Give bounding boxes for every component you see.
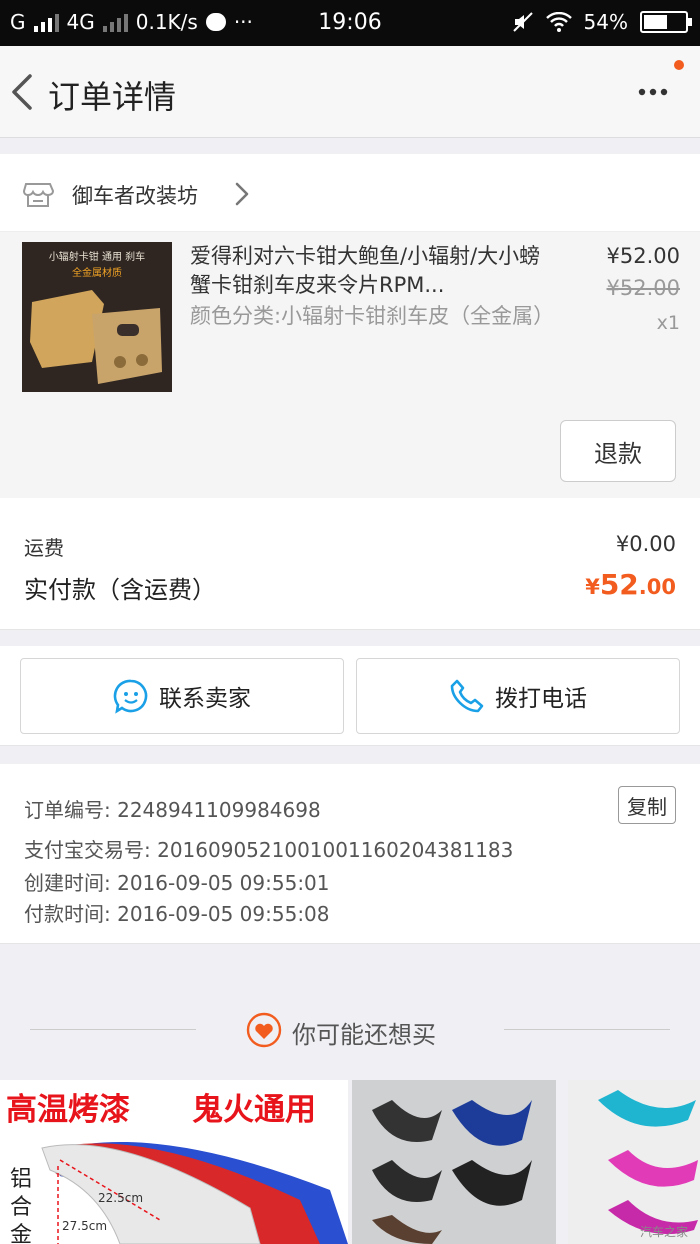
product-thumbnail[interactable]: 小辐射卡钳 通用 刹车 全金属材质	[22, 242, 172, 392]
call-label: 拨打电话	[495, 686, 587, 712]
divider-right	[504, 1029, 670, 1030]
wifi-icon	[545, 12, 572, 32]
paid-currency: ¥	[585, 575, 600, 599]
thumb-text-2: 全金属材质	[72, 266, 122, 279]
status-right: 54%	[512, 10, 692, 34]
fender-image: 22.5cm 27.5cm	[41, 1141, 348, 1244]
order-item[interactable]: 小辐射卡钳 通用 刹车 全金属材质 爱得利对六卡钳大鲍鱼/小辐射/大小螃蟹卡钳刹…	[0, 232, 700, 498]
shop-row[interactable]: 御车者改装坊	[0, 154, 700, 232]
watermark: 汽车之家	[639, 1225, 688, 1239]
brake-pad-image: 小辐射卡钳 通用 刹车 全金属材质	[22, 242, 172, 392]
paid-amount: ¥52.00	[585, 568, 676, 601]
tile-dim-1: 22.5cm	[98, 1191, 143, 1205]
action-bar: 联系卖家 拨打电话	[0, 646, 700, 746]
order-number: 订单编号: 2248941109984698	[24, 798, 321, 822]
contact-seller-button[interactable]: 联系卖家	[20, 658, 344, 734]
shipping-label: 运费	[24, 536, 64, 560]
mute-icon	[512, 12, 533, 32]
contact-seller-label: 联系卖家	[159, 686, 251, 712]
store-icon	[22, 183, 54, 207]
battery-percent: 54%	[583, 10, 628, 34]
chat-face-icon	[113, 679, 148, 714]
chevron-right-icon	[235, 182, 249, 206]
back-icon[interactable]	[8, 72, 38, 112]
created-time: 创建时间: 2016-09-05 09:55:01	[24, 871, 330, 895]
recommend-item[interactable]: 汽车之家	[568, 1080, 700, 1244]
product-sku: 颜色分类:小辐射卡钳刹车皮（全金属）	[190, 304, 555, 328]
quantity: x1	[656, 312, 680, 334]
status-bar: G 4G 0.1K/s ··· 19:06 54%	[0, 0, 700, 46]
recommend-title: 你可能还想买	[292, 1021, 436, 1049]
recommend-list: 高温烤漆 鬼火通用 22.5cm 27.5cm 铝合金 汽车之家	[0, 1080, 700, 1244]
shipping-value: ¥0.00	[615, 532, 676, 556]
nav-bar: 订单详情	[0, 46, 700, 138]
page-title: 订单详情	[48, 78, 177, 116]
thumb-text-1: 小辐射卡钳 通用 刹车	[49, 250, 145, 263]
original-price: ¥52.00	[606, 276, 680, 300]
paid-dec: .00	[638, 575, 676, 599]
call-button[interactable]: 拨打电话	[356, 658, 680, 734]
handles-image	[372, 1100, 532, 1244]
copy-button[interactable]: 复制	[618, 786, 676, 824]
recommend-item[interactable]	[352, 1080, 556, 1244]
paid-time: 付款时间: 2016-09-05 09:55:08	[24, 902, 330, 926]
notification-dot	[674, 60, 684, 70]
product-title[interactable]: 爱得利对六卡钳大鲍鱼/小辐射/大小螃蟹卡钳刹车皮来令片RPM...	[190, 242, 560, 300]
refund-button[interactable]: 退款	[560, 420, 676, 482]
more-icon[interactable]	[636, 78, 670, 106]
paid-int: 52	[599, 568, 639, 601]
divider-left	[30, 1029, 196, 1030]
tile-dim-2: 27.5cm	[62, 1219, 107, 1233]
colored-parts-image	[598, 1090, 698, 1235]
paid-label: 实付款（含运费）	[24, 576, 216, 604]
fee-summary: 运费 ¥0.00 实付款（含运费） ¥52.00	[0, 498, 700, 630]
recommend-item[interactable]: 高温烤漆 鬼火通用 22.5cm 27.5cm 铝合金	[0, 1080, 348, 1244]
recommend-header: 你可能还想买	[0, 960, 700, 1080]
alipay-number: 支付宝交易号: 2016090521001001160204381183	[24, 838, 514, 862]
order-info: 订单编号: 2248941109984698 复制 支付宝交易号: 201609…	[0, 764, 700, 944]
product-price: ¥52.00	[606, 244, 680, 268]
tile-side-text: 铝合金	[10, 1167, 33, 1244]
battery-icon	[640, 11, 692, 33]
heart-icon	[246, 1012, 282, 1048]
shop-name: 御车者改装坊	[72, 184, 198, 208]
phone-icon	[450, 679, 484, 713]
